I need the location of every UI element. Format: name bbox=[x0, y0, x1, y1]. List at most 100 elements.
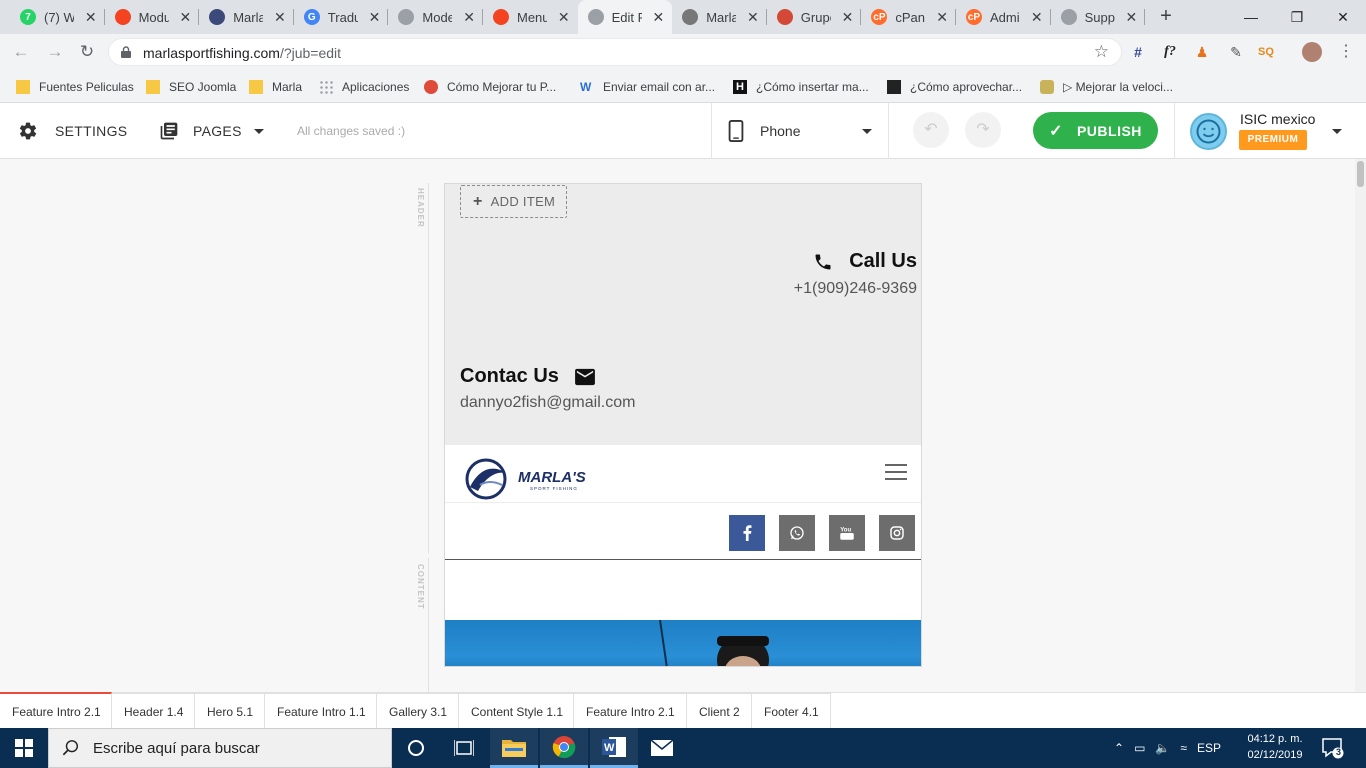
section-tab[interactable]: Client 2 bbox=[687, 692, 752, 728]
bookmark-item[interactable]: Fuentes Peliculas bbox=[16, 70, 134, 103]
device-selector[interactable]: Phone bbox=[728, 103, 878, 159]
browser-tab[interactable]: Edit F ✕ bbox=[577, 0, 673, 34]
undo-button[interactable]: ↶ bbox=[913, 112, 949, 148]
add-item-button[interactable]: + ADD ITEM bbox=[460, 185, 567, 218]
section-tab[interactable]: Gallery 3.1 bbox=[377, 692, 459, 728]
section-tab[interactable]: Feature Intro 1.1 bbox=[265, 692, 377, 728]
taskbar-clock[interactable]: 04:12 p. m. 02/12/2019 bbox=[1234, 731, 1316, 763]
bookmark-item[interactable]: ¿Cómo aprovechar... bbox=[887, 70, 1022, 103]
back-button[interactable]: ← bbox=[10, 41, 32, 63]
google-translate-icon: G bbox=[303, 9, 320, 25]
browser-tab[interactable]: Marla ✕ bbox=[672, 0, 767, 34]
new-tab-button[interactable]: + bbox=[1154, 5, 1178, 29]
section-tab[interactable]: Footer 4.1 bbox=[752, 692, 831, 728]
show-hidden-icons-chevron-icon[interactable]: ⌃ bbox=[1114, 741, 1124, 755]
close-tab-icon[interactable]: ✕ bbox=[274, 9, 286, 26]
contact-us-heading[interactable]: Contac Us bbox=[460, 365, 596, 388]
whatsapp-button[interactable] bbox=[779, 515, 815, 551]
close-tab-icon[interactable]: ✕ bbox=[1031, 9, 1043, 26]
browser-tab[interactable]: cP cPane ✕ bbox=[861, 0, 956, 34]
bookmark-item[interactable]: ▷ Mejorar la veloci... bbox=[1040, 70, 1173, 103]
address-bar[interactable]: marlasportfishing.com/?jub=edit ☆ bbox=[108, 38, 1122, 66]
minimize-button[interactable]: — bbox=[1228, 0, 1274, 34]
youtube-button[interactable]: You bbox=[829, 515, 865, 551]
start-button[interactable] bbox=[0, 728, 48, 768]
pages-label: PAGES bbox=[193, 123, 242, 139]
section-tab[interactable]: Header 1.4 bbox=[112, 692, 195, 728]
language-indicator[interactable]: ESP bbox=[1197, 741, 1221, 755]
forward-button[interactable]: → bbox=[44, 41, 66, 63]
browser-tab[interactable]: cP Admir ✕ bbox=[956, 0, 1051, 34]
account-menu-chevron-icon[interactable] bbox=[1332, 129, 1342, 134]
whatsapp-icon: 7 bbox=[20, 9, 36, 25]
cortana-button[interactable] bbox=[392, 728, 440, 768]
bookmark-star-icon[interactable]: ☆ bbox=[1094, 42, 1109, 62]
bookmark-item[interactable]: Marla bbox=[249, 70, 302, 103]
mail-taskbar-button[interactable] bbox=[638, 728, 686, 768]
hamburger-menu-icon[interactable] bbox=[885, 464, 907, 485]
redo-button[interactable]: ↷ bbox=[965, 112, 1001, 148]
browser-tab[interactable]: Grupo ✕ bbox=[767, 0, 862, 34]
bookmark-label: ¿Cómo aprovechar... bbox=[910, 79, 1023, 94]
section-tab[interactable]: Feature Intro 2.1 bbox=[574, 692, 687, 728]
bookmark-item[interactable]: Aplicaciones bbox=[319, 70, 409, 103]
phone-number[interactable]: +1(909)246-9369 bbox=[794, 280, 917, 298]
close-tab-icon[interactable]: ✕ bbox=[747, 9, 759, 26]
tab-title: (7) Wh bbox=[44, 9, 74, 25]
bookmark-item[interactable]: SEO Joomla bbox=[146, 70, 236, 103]
volume-icon[interactable]: 🔈 bbox=[1155, 741, 1170, 755]
section-tab[interactable]: Feature Intro 2.1 bbox=[0, 692, 112, 728]
close-tab-icon[interactable]: ✕ bbox=[842, 9, 854, 26]
seoquake-extension-icon[interactable]: SQ bbox=[1256, 42, 1276, 62]
close-tab-icon[interactable]: ✕ bbox=[1125, 9, 1137, 26]
profile-avatar-icon[interactable] bbox=[1302, 42, 1322, 62]
bookmark-item[interactable]: W Enviar email con ar... bbox=[580, 70, 715, 103]
file-explorer-button[interactable] bbox=[490, 728, 538, 768]
user-avatar[interactable] bbox=[1190, 113, 1227, 150]
chrome-menu-icon[interactable]: ⋮ bbox=[1336, 42, 1356, 62]
publish-button[interactable]: ✓ PUBLISH bbox=[1033, 112, 1158, 149]
taskbar-search[interactable]: Escribe aquí para buscar bbox=[48, 728, 392, 768]
browser-tab[interactable]: 7 (7) Wh ✕ bbox=[10, 0, 105, 34]
section-tab[interactable]: Content Style 1.1 bbox=[459, 692, 574, 728]
reload-button[interactable]: ↻ bbox=[76, 41, 98, 63]
instagram-button[interactable] bbox=[879, 515, 915, 551]
chrome-taskbar-button[interactable] bbox=[540, 728, 588, 768]
settings-button[interactable]: SETTINGS bbox=[18, 103, 127, 159]
close-window-button[interactable]: ✕ bbox=[1320, 0, 1366, 34]
close-tab-icon[interactable]: ✕ bbox=[369, 9, 381, 26]
word-taskbar-button[interactable]: W bbox=[590, 728, 638, 768]
close-tab-icon[interactable]: ✕ bbox=[463, 9, 475, 26]
battery-icon[interactable]: ▭ bbox=[1134, 741, 1145, 755]
browser-tab[interactable]: Modu ✕ bbox=[105, 0, 200, 34]
bookmark-item[interactable]: Cómo Mejorar tu P... bbox=[424, 70, 556, 103]
close-tab-icon[interactable]: ✕ bbox=[652, 9, 664, 26]
close-tab-icon[interactable]: ✕ bbox=[936, 9, 948, 26]
scrollbar-track[interactable] bbox=[1355, 159, 1366, 692]
close-tab-icon[interactable]: ✕ bbox=[179, 9, 191, 26]
call-us-heading[interactable]: Call Us bbox=[813, 250, 917, 273]
scrollbar-thumb[interactable] bbox=[1357, 161, 1364, 187]
wifi-icon[interactable]: ≈ bbox=[1180, 741, 1187, 755]
action-center-button[interactable]: 3 bbox=[1322, 737, 1344, 759]
task-view-button[interactable] bbox=[440, 728, 488, 768]
bookmark-item[interactable]: H ¿Cómo insertar ma... bbox=[733, 70, 869, 103]
close-tab-icon[interactable]: ✕ bbox=[558, 9, 570, 26]
section-tab[interactable]: Hero 5.1 bbox=[195, 692, 265, 728]
browser-tab[interactable]: G Tradu ✕ bbox=[294, 0, 389, 34]
browser-tab[interactable]: Mode ✕ bbox=[388, 0, 483, 34]
contact-email[interactable]: dannyo2fish@gmail.com bbox=[460, 394, 635, 412]
tab-title: Tradu bbox=[327, 9, 358, 25]
browser-tab[interactable]: Marla ✕ bbox=[199, 0, 294, 34]
pages-dropdown[interactable]: PAGES bbox=[158, 103, 264, 159]
browser-tab[interactable]: Suppo ✕ bbox=[1051, 0, 1146, 34]
marlas-logo[interactable]: MARLA'S SPORT FISHING bbox=[460, 457, 606, 506]
maximize-button[interactable]: ❐ bbox=[1274, 0, 1320, 34]
close-tab-icon[interactable]: ✕ bbox=[85, 9, 97, 26]
grid-extension-icon[interactable]: # bbox=[1128, 42, 1148, 62]
browser-tab[interactable]: Menu ✕ bbox=[483, 0, 578, 34]
figure-extension-icon[interactable]: ♟ bbox=[1192, 42, 1212, 62]
eyedropper-extension-icon[interactable]: ✎ bbox=[1226, 42, 1246, 62]
formula-extension-icon[interactable]: f? bbox=[1160, 42, 1180, 62]
facebook-button[interactable] bbox=[729, 515, 765, 551]
